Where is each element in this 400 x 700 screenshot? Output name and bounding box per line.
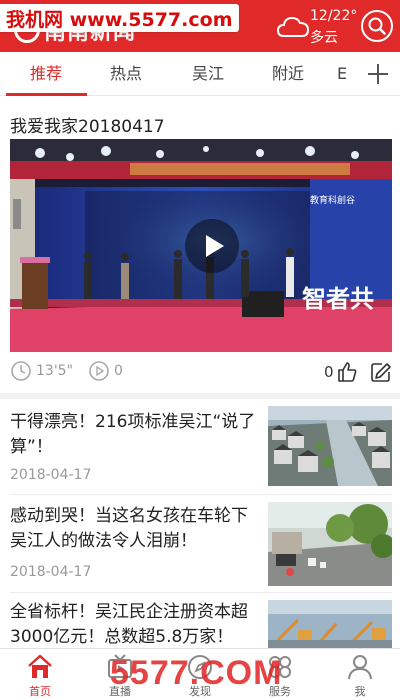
tab-hot[interactable]: 热点 [96, 52, 156, 96]
play-icon[interactable] [185, 219, 239, 273]
section-divider [0, 393, 400, 399]
tab-nearby[interactable]: 附近 [258, 52, 318, 96]
category-tabs: 推荐 热点 吴江 附近 E [0, 52, 400, 96]
canal-thumbnail[interactable] [268, 406, 392, 486]
duration-text: 13'5" [36, 363, 74, 379]
nav-home-label: 首页 [29, 685, 51, 698]
canal-icon [268, 406, 392, 486]
street-icon [268, 502, 392, 586]
nav-me-label: 我 [354, 685, 366, 698]
play-count-icon [89, 361, 109, 381]
cloud-icon [276, 16, 310, 37]
video-thumbnail[interactable]: 教育科創谷 智者共 [10, 139, 392, 352]
share-icon[interactable] [370, 361, 392, 383]
nav-me[interactable]: 我 [320, 649, 400, 700]
tab-wujiang[interactable]: 吴江 [178, 52, 238, 96]
banner-text: 教育科創谷 [310, 196, 356, 206]
like-count: 0 [324, 363, 334, 381]
user-icon [348, 655, 372, 680]
add-tab-icon[interactable] [366, 62, 390, 86]
video-meta: 13'5" 0 0 [10, 360, 392, 384]
play-count: 0 [88, 360, 123, 382]
news-title[interactable]: 感动到哭！当这名女孩在车轮下吴江人的做法令人泪崩！ [10, 504, 262, 554]
clock-icon [11, 361, 31, 381]
row-divider [10, 592, 392, 593]
news-date: 2018-04-17 [10, 467, 92, 483]
app-header: 南南新闻 我机网 www.5577.com 12/22° 多云 [0, 0, 400, 52]
stage-text: 智者共 [302, 285, 374, 313]
active-tab-indicator [6, 93, 87, 96]
news-title[interactable]: 全省标杆！吴江民企注册资本超3000亿元！总数超5.8万家！ [10, 600, 262, 650]
bottom-watermark: 5577.COM [110, 654, 283, 692]
factory-icon [268, 600, 392, 650]
watermark-banner: 我机网 www.5577.com [0, 4, 239, 32]
tab-recommend[interactable]: 推荐 [16, 52, 76, 96]
home-icon [28, 654, 52, 678]
duration: 13'5" [10, 360, 73, 382]
weather-temperature: 12/22° [310, 8, 358, 24]
news-date: 2018-04-17 [10, 564, 92, 580]
news-title[interactable]: 干得漂亮！216项标准吴江“说了算”！ [10, 410, 262, 460]
row-divider [10, 494, 392, 495]
thumbs-up-icon[interactable] [336, 361, 358, 383]
tab-more-cut[interactable]: E [330, 52, 354, 96]
play-count-text: 0 [114, 363, 123, 379]
nav-home[interactable]: 首页 [0, 649, 80, 700]
search-icon[interactable] [360, 9, 394, 43]
street-thumbnail[interactable] [268, 502, 392, 586]
weather-description: 多云 [310, 30, 338, 46]
factory-thumbnail[interactable] [268, 600, 392, 650]
feature-title[interactable]: 我爱我家20180417 [10, 112, 165, 137]
